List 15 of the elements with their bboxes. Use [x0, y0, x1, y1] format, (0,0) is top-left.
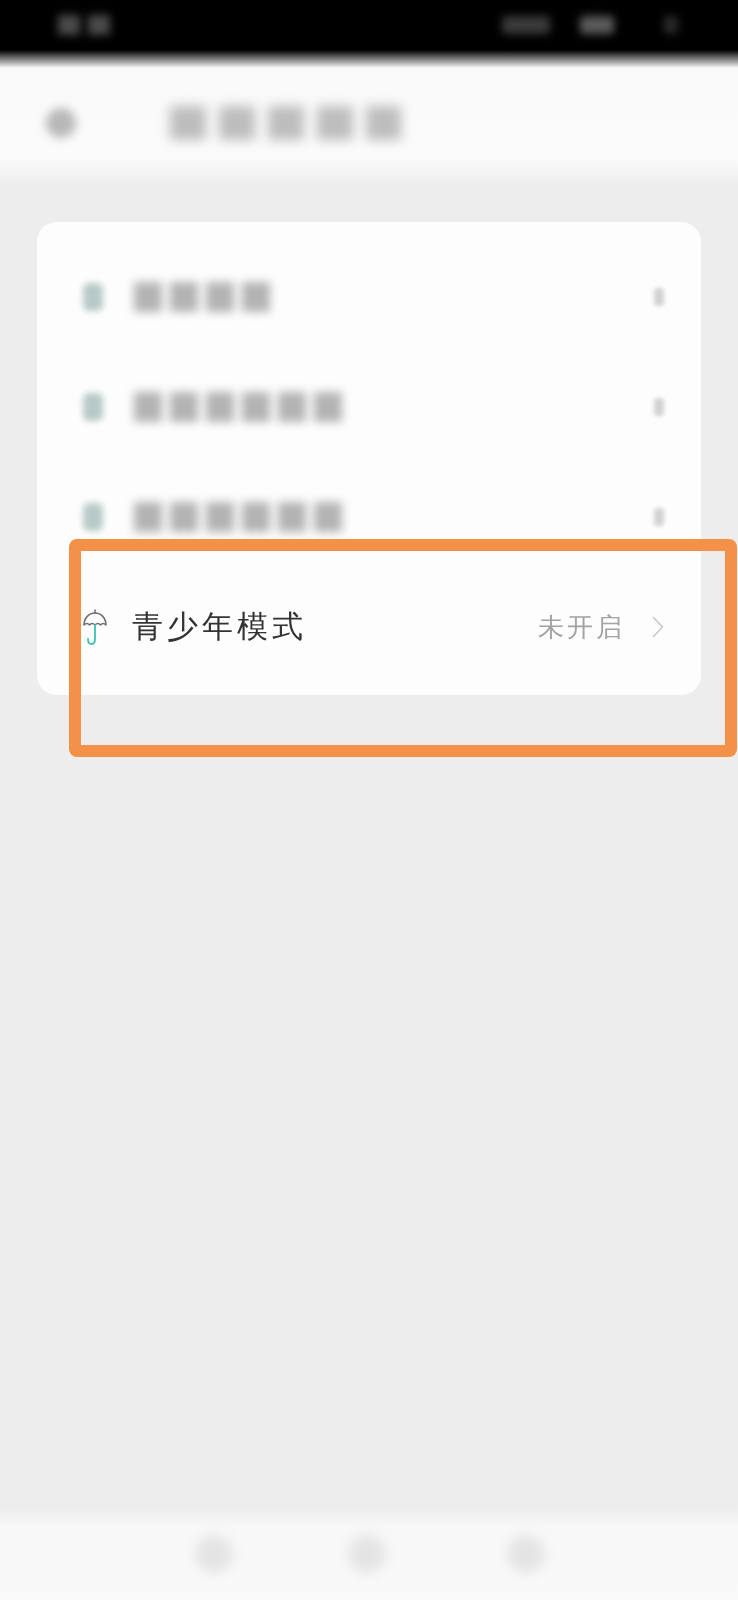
- blurred-icon: [654, 398, 664, 416]
- blurred-icon: [46, 108, 76, 138]
- row-label[interactable]: 青少年模式: [132, 606, 307, 648]
- blurred-icon: [664, 16, 678, 34]
- chevron-right-icon: [652, 616, 664, 638]
- status-text: 未开启: [538, 610, 625, 644]
- blurred-icon: [83, 503, 103, 531]
- blurred-icon: [654, 288, 664, 306]
- blurred-icon: [83, 393, 103, 421]
- blurred-text: [58, 15, 112, 35]
- blurred-icon: [83, 283, 103, 311]
- blurred-icon: [654, 508, 664, 526]
- umbrella-icon: [83, 609, 107, 645]
- blurred-icon: [502, 16, 550, 34]
- blurred-icon: [580, 16, 614, 34]
